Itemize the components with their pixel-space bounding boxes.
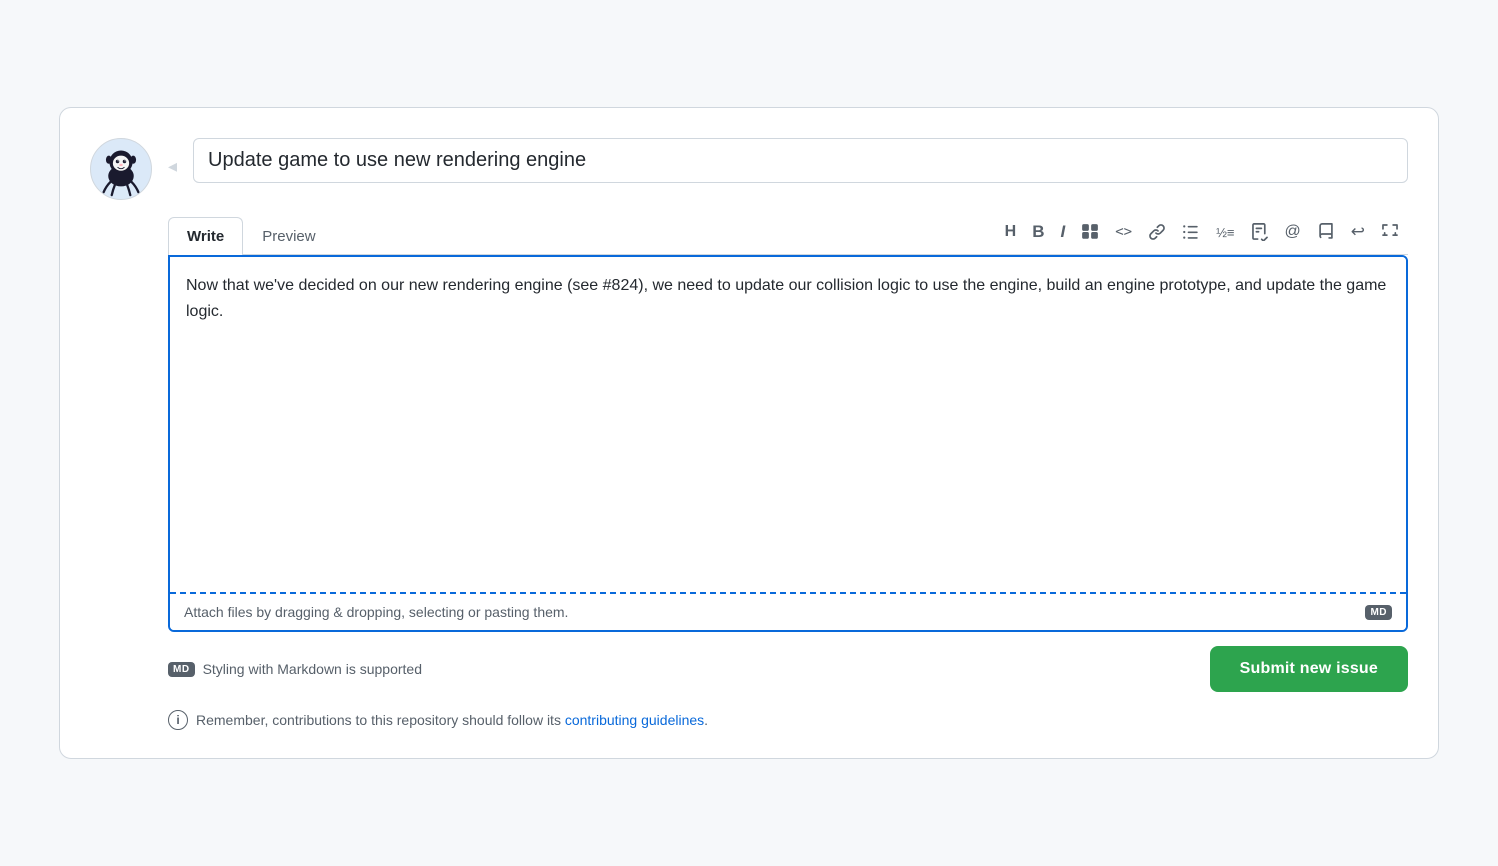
info-icon: i	[168, 710, 188, 730]
quote-icon[interactable]	[1078, 221, 1102, 243]
write-tab[interactable]: Write	[168, 217, 243, 255]
reference-icon[interactable]	[1314, 221, 1338, 243]
page-container: ◂ Write Preview H B I <> ½≡	[59, 107, 1439, 759]
link-icon[interactable]	[1145, 221, 1169, 243]
unordered-list-icon[interactable]	[1179, 221, 1203, 243]
task-list-icon[interactable]	[1248, 221, 1272, 243]
footer-left: MD Styling with Markdown is supported	[168, 661, 422, 677]
submit-new-issue-button[interactable]: Submit new issue	[1210, 646, 1408, 692]
bottom-note-text: Remember, contributions to this reposito…	[196, 712, 708, 728]
toolbar-icons: H B I <> ½≡ @	[1002, 220, 1408, 250]
top-row: ◂	[90, 138, 1408, 200]
mention-icon[interactable]: @	[1282, 221, 1304, 243]
attach-text: Attach files by dragging & dropping, sel…	[184, 604, 568, 620]
avatar	[90, 138, 152, 200]
editor-area: Write Preview H B I <> ½≡	[168, 216, 1408, 730]
markdown-badge-attach: MD	[1365, 605, 1392, 620]
tabs-toolbar: Write Preview H B I <> ½≡	[168, 216, 1408, 255]
markdown-support-text: Styling with Markdown is supported	[203, 661, 422, 677]
markdown-badge-footer: MD	[168, 662, 195, 677]
heading-icon[interactable]: H	[1002, 221, 1020, 243]
code-icon[interactable]: <>	[1112, 222, 1135, 242]
italic-icon[interactable]: I	[1057, 220, 1068, 244]
contributing-guidelines-link[interactable]: contributing guidelines	[565, 712, 704, 728]
bottom-note-prefix: Remember, contributions to this reposito…	[196, 712, 565, 728]
editor-wrapper: Now that we've decided on our new render…	[168, 255, 1408, 632]
footer-row: MD Styling with Markdown is supported Su…	[168, 646, 1408, 692]
bottom-note-suffix: .	[704, 712, 708, 728]
undo-icon[interactable]: ↩	[1348, 220, 1368, 244]
attach-bar: Attach files by dragging & dropping, sel…	[170, 594, 1406, 630]
speech-caret: ◂	[168, 156, 177, 177]
issue-body-textarea[interactable]: Now that we've decided on our new render…	[170, 257, 1406, 587]
bottom-note: i Remember, contributions to this reposi…	[168, 710, 1408, 730]
fullscreen-icon[interactable]	[1378, 221, 1402, 243]
preview-tab[interactable]: Preview	[243, 217, 334, 255]
issue-title-input[interactable]	[193, 138, 1408, 183]
bold-icon[interactable]: B	[1029, 220, 1047, 244]
ordered-list-icon[interactable]: ½≡	[1213, 223, 1237, 242]
